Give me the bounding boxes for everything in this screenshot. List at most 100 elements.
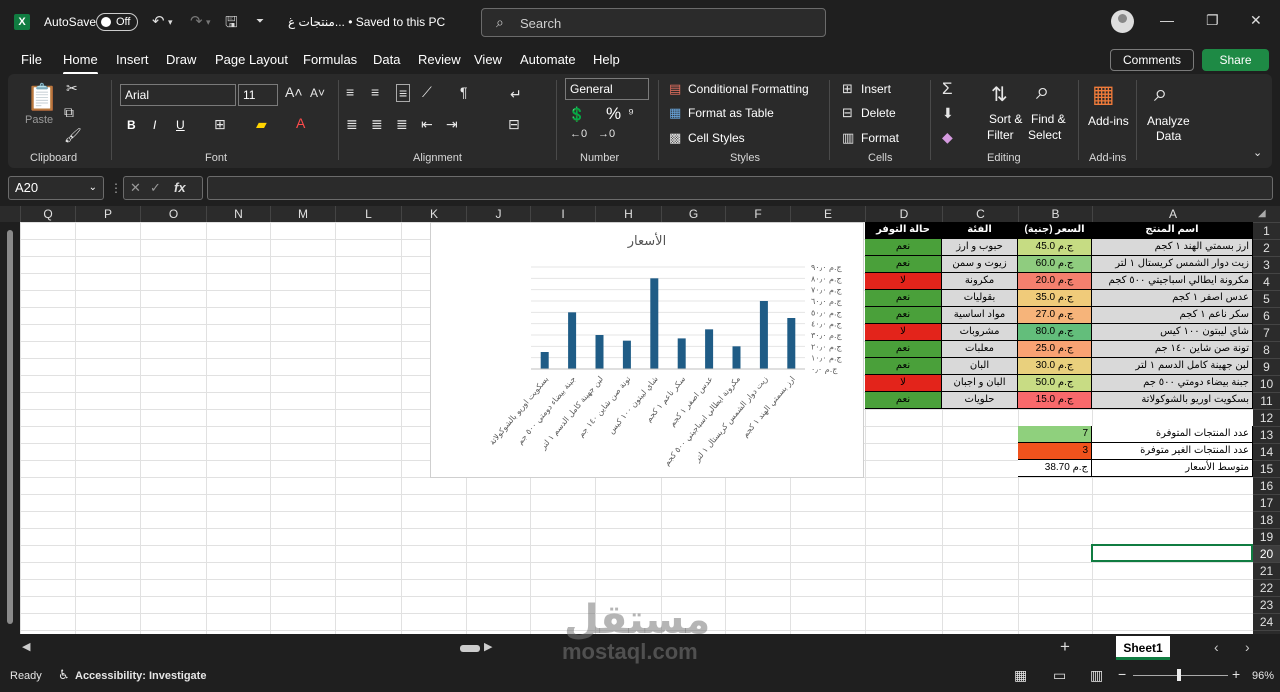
customize-toolbar-icon[interactable]: ⏷ <box>256 16 264 27</box>
category-cell[interactable]: البان <box>942 358 1018 375</box>
decrease-indent-icon[interactable]: ⇤ <box>421 116 433 133</box>
row-header-16[interactable]: 16 <box>1253 477 1280 494</box>
product-name-cell[interactable]: ارز بسمتي الهند ١ كجم <box>1092 239 1253 256</box>
conditional-formatting-button[interactable]: Conditional Formatting <box>688 82 809 96</box>
cell-styles-button[interactable]: Cell Styles <box>688 131 745 145</box>
chart-bar[interactable] <box>595 335 604 369</box>
next-sheet-icon[interactable]: › <box>1245 639 1250 655</box>
category-cell[interactable]: بقوليات <box>942 290 1018 307</box>
category-cell[interactable]: مشروبات <box>942 324 1018 341</box>
availability-cell[interactable]: نعم <box>865 392 942 409</box>
chart-bar[interactable] <box>650 278 659 369</box>
row-header-5[interactable]: 5 <box>1253 290 1280 307</box>
delete-cells-button[interactable]: Delete <box>861 106 896 120</box>
column-header-p[interactable]: P <box>75 206 140 222</box>
price-cell[interactable]: ج.م 60.0 <box>1018 256 1092 273</box>
row-header-21[interactable]: 21 <box>1253 562 1280 579</box>
column-header-h[interactable]: H <box>595 206 661 222</box>
price-cell[interactable]: ج.م 45.0 <box>1018 239 1092 256</box>
column-header-g[interactable]: G <box>661 206 725 222</box>
product-name-cell[interactable]: بسكويت اوريو بالشوكولاتة <box>1092 392 1253 409</box>
bold-button[interactable]: B <box>127 118 136 132</box>
price-cell[interactable]: ج.م 25.0 <box>1018 341 1092 358</box>
increase-font-icon[interactable]: A˄ <box>285 84 303 100</box>
product-name-cell[interactable]: لبن جهينة كامل الدسم ١ لتر <box>1092 358 1253 375</box>
menu-automate[interactable]: Automate <box>520 52 576 67</box>
price-cell[interactable]: ج.م 80.0 <box>1018 324 1092 341</box>
sort-filter-label-2[interactable]: Filter <box>987 128 1014 142</box>
delete-cells-icon[interactable]: ⊟ <box>842 105 853 121</box>
add-ins-icon[interactable]: ▦ <box>1092 80 1115 109</box>
align-left-icon[interactable]: ≣ <box>346 116 358 133</box>
undo-dropdown-icon[interactable]: ▾ <box>168 17 173 28</box>
column-header-k[interactable]: K <box>401 206 466 222</box>
table-header-cell[interactable]: اسم المنتج <box>1092 222 1253 239</box>
save-icon[interactable]: 🖫 <box>225 12 238 37</box>
analyze-label-1[interactable]: Analyze <box>1147 114 1190 128</box>
menu-formulas[interactable]: Formulas <box>303 52 357 67</box>
row-header-20[interactable]: 20 <box>1253 545 1280 562</box>
chart-bar[interactable] <box>732 346 741 369</box>
product-name-cell[interactable]: عدس اصفر ١ كجم <box>1092 290 1253 307</box>
availability-cell[interactable]: نعم <box>865 239 942 256</box>
add-ins-button[interactable]: Add-ins <box>1088 114 1129 128</box>
column-header-l[interactable]: L <box>335 206 401 222</box>
format-painter-icon[interactable]: 🖌 <box>64 127 82 144</box>
category-cell[interactable]: مواد اساسية <box>942 307 1018 324</box>
menu-home[interactable]: Home <box>63 52 98 75</box>
price-cell[interactable]: ج.م 20.0 <box>1018 273 1092 290</box>
scroll-right-icon[interactable]: ▶ <box>484 640 492 653</box>
name-box[interactable]: A20 ⌄ <box>8 176 104 200</box>
menu-insert[interactable]: Insert <box>116 52 149 67</box>
increase-decimal-icon[interactable]: ←0 <box>570 128 587 140</box>
format-as-table-button[interactable]: Format as Table <box>688 106 774 120</box>
cancel-formula-icon[interactable]: ✕ <box>130 180 141 196</box>
category-cell[interactable]: حبوب و ارز <box>942 239 1018 256</box>
find-select-label-1[interactable]: Find & <box>1031 112 1066 126</box>
column-header-f[interactable]: F <box>725 206 790 222</box>
category-cell[interactable]: مكرونة <box>942 273 1018 290</box>
chart-bar[interactable] <box>759 301 768 369</box>
row-header-8[interactable]: 8 <box>1253 341 1280 358</box>
number-format-select[interactable]: General <box>565 78 649 100</box>
decrease-font-icon[interactable]: A˅ <box>310 86 325 100</box>
row-header-22[interactable]: 22 <box>1253 579 1280 596</box>
column-header-i[interactable]: I <box>530 206 595 222</box>
menu-draw[interactable]: Draw <box>166 52 196 67</box>
scroll-left-icon[interactable]: ◀ <box>22 640 30 653</box>
horizontal-scrollbar[interactable] <box>20 643 1050 653</box>
prev-sheet-icon[interactable]: ‹ <box>1214 639 1219 655</box>
table-header-cell[interactable]: حالة التوفر <box>865 222 942 239</box>
availability-cell[interactable]: نعم <box>865 256 942 273</box>
product-name-cell[interactable]: سكر ناعم ١ كجم <box>1092 307 1253 324</box>
row-header-7[interactable]: 7 <box>1253 324 1280 341</box>
formula-input[interactable] <box>207 176 1273 200</box>
product-name-cell[interactable]: تونة صن شاين ١٤٠ جم <box>1092 341 1253 358</box>
price-cell[interactable]: ج.م 15.0 <box>1018 392 1092 409</box>
clear-icon[interactable]: ◆ <box>942 129 953 146</box>
align-center-icon[interactable]: ≣ <box>371 116 383 133</box>
menu-help[interactable]: Help <box>593 52 620 67</box>
merge-center-icon[interactable]: ⊟ <box>508 116 520 133</box>
availability-cell[interactable]: لا <box>865 324 942 341</box>
align-middle-icon[interactable]: ≡ <box>371 84 379 100</box>
price-cell[interactable]: ج.م 50.0 <box>1018 375 1092 392</box>
product-name-cell[interactable]: شاي ليبتون ١٠٠ كيس <box>1092 324 1253 341</box>
column-header-j[interactable]: J <box>466 206 530 222</box>
analyze-data-icon[interactable]: ⌕ <box>1154 80 1167 108</box>
availability-cell[interactable]: لا <box>865 273 942 290</box>
menu-file[interactable]: File <box>21 52 42 67</box>
cut-icon[interactable]: ✂ <box>66 80 78 97</box>
insert-cells-icon[interactable]: ⊞ <box>842 81 853 97</box>
underline-button[interactable]: U <box>176 118 185 132</box>
product-name-cell[interactable]: جبنة بيضاء دومتي ٥٠٠ جم <box>1092 375 1253 392</box>
redo-icon[interactable]: ↷ <box>190 12 203 30</box>
column-header-q[interactable]: Q <box>20 206 75 222</box>
column-header-d[interactable]: D <box>865 206 942 222</box>
price-chart[interactable]: الأسعار ج.م ٩٠٫٠ ج.م ٨٠٫٠ ج.م ٧٠٫٠ ج.م ٦٠٫٠… <box>430 222 864 478</box>
row-header-17[interactable]: 17 <box>1253 494 1280 511</box>
summary-label-cell[interactable]: عدد المنتجات الغير متوفرة <box>1092 443 1253 460</box>
wrap-text-icon[interactable]: ↵ <box>510 86 522 103</box>
availability-cell[interactable]: نعم <box>865 307 942 324</box>
borders-icon[interactable]: ⊞ <box>214 116 226 133</box>
